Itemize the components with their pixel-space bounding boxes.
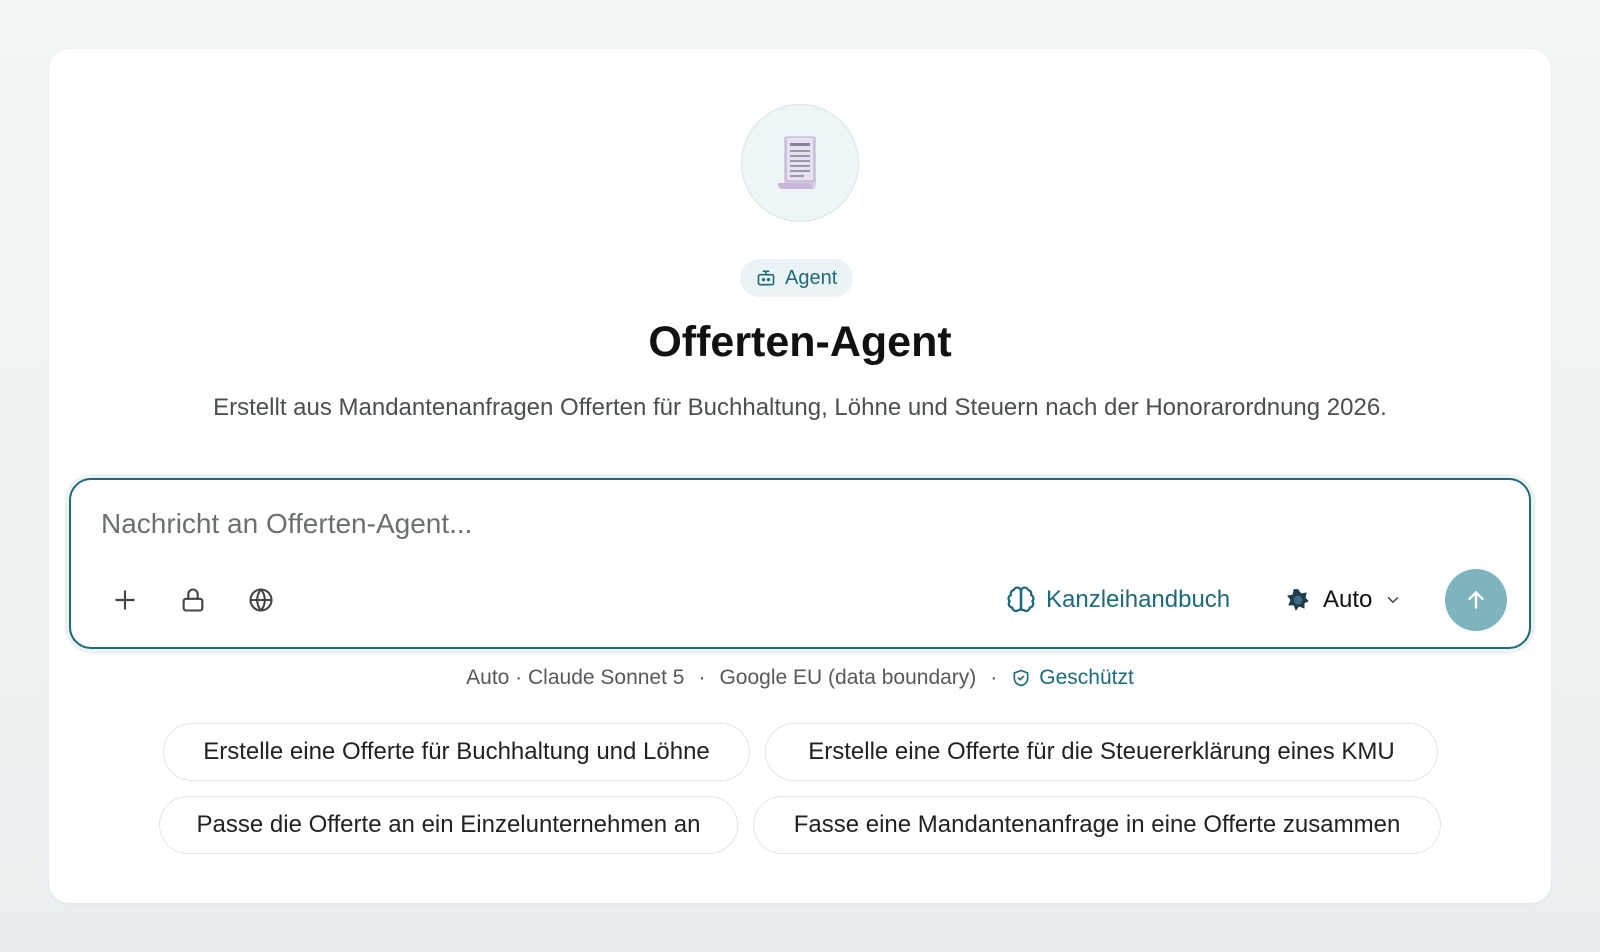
protected-label: Geschützt [1039,666,1134,689]
private-mode-button[interactable] [173,580,213,620]
data-region: Google EU (data boundary) [719,666,977,689]
brain-icon [1007,586,1035,613]
model-label: Auto [1323,586,1373,613]
model-icon [1287,589,1309,611]
agent-avatar [741,104,859,222]
web-search-button[interactable] [241,580,281,620]
agent-badge-label: Agent [785,266,838,289]
agent-title: Offerten-Agent [648,318,952,366]
suggestion-chip[interactable]: Passe die Offerte an ein Einzelunternehm… [159,796,738,854]
robot-icon [757,270,775,286]
suggestion-chip[interactable]: Erstelle eine Offerte für Buchhaltung un… [163,723,750,781]
agent-description: Erstellt aus Mandantenanfragen Offerten … [213,394,1387,421]
model-name: Auto · Claude Sonnet 5 [466,666,685,689]
model-info: Auto · Claude Sonnet 5 · Google EU (data… [0,666,1600,690]
plus-icon [115,590,135,610]
knowledge-base-label: Kanzleihandbuch [1046,586,1231,613]
lock-icon [182,588,204,612]
attach-button[interactable] [105,580,145,620]
message-composer: Kanzleihandbuch Auto [69,478,1531,649]
suggestion-chip[interactable]: Erstelle eine Offerte für die Steuererkl… [765,723,1438,781]
suggestion-chip[interactable]: Fasse eine Mandantenanfrage in eine Offe… [753,796,1441,854]
arrow-up-icon [1468,591,1484,609]
separator: · [698,666,706,689]
message-input[interactable] [101,502,1201,546]
separator: · [990,666,998,689]
send-button[interactable] [1445,569,1507,631]
chevron-down-icon [1388,597,1399,603]
knowledge-base-button[interactable]: Kanzleihandbuch [1006,577,1230,623]
shield-icon [1013,669,1029,687]
protected-status: Geschützt [1011,666,1134,690]
model-selector[interactable]: Auto [1285,577,1402,623]
globe-icon [249,588,273,612]
agent-badge: Agent [740,259,854,297]
receipt-icon [778,136,816,189]
